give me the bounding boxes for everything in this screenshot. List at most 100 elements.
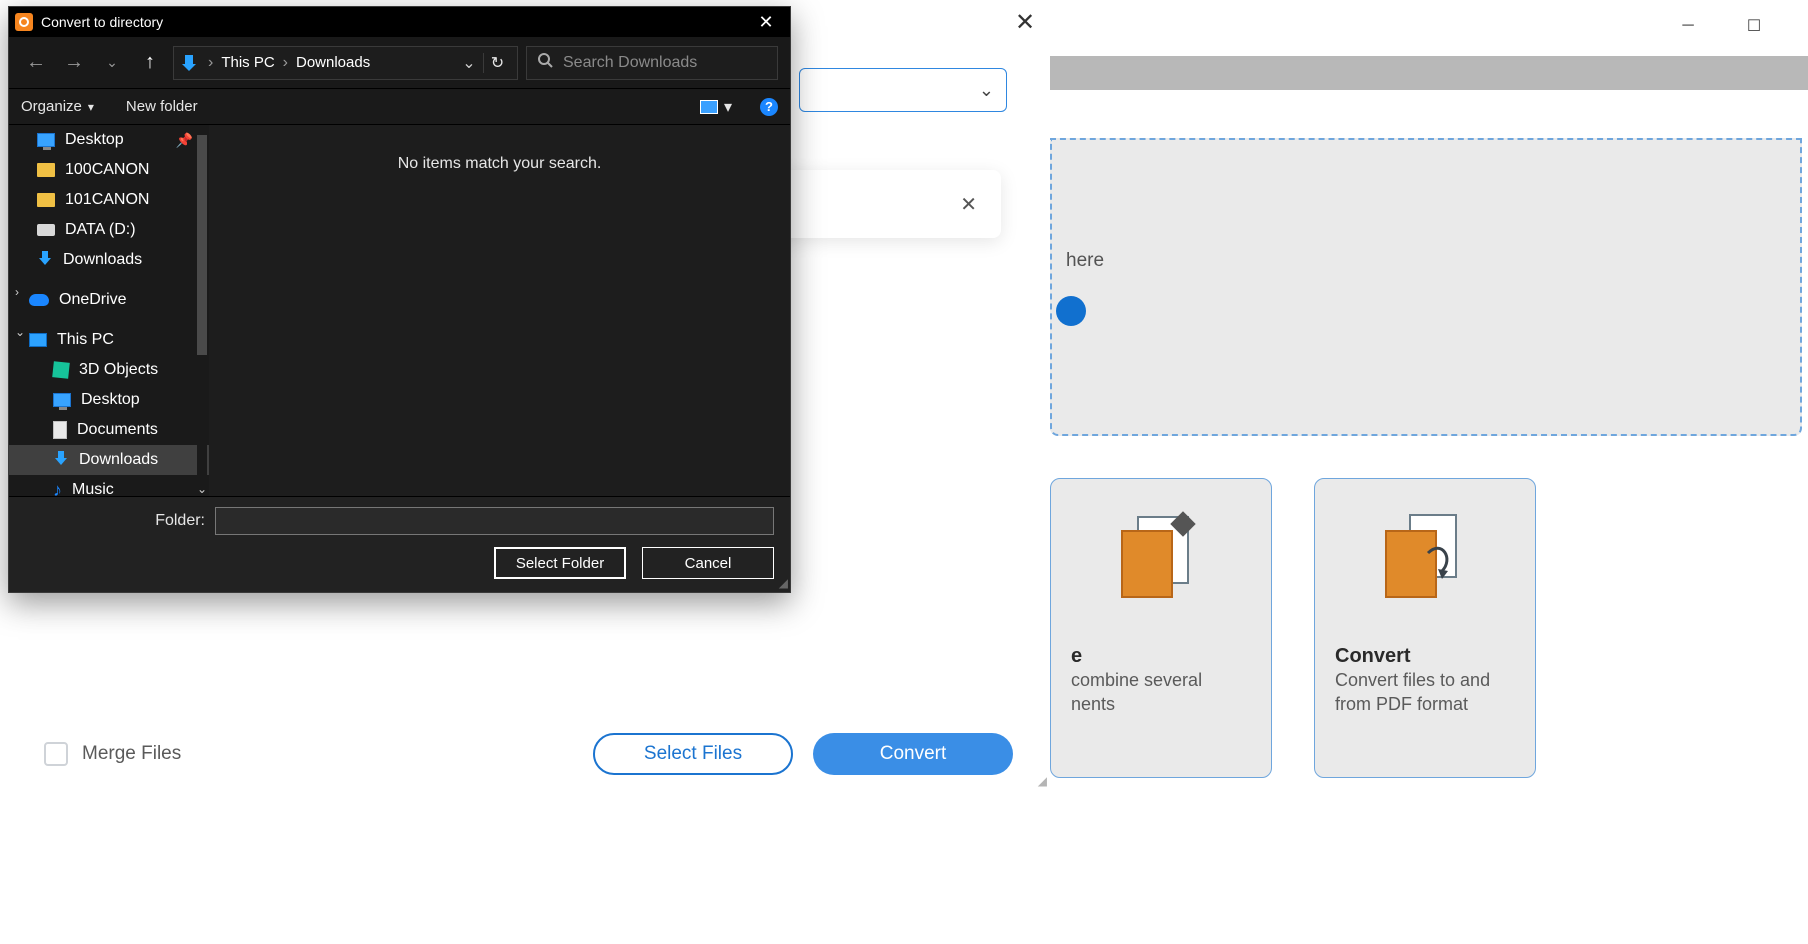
folder-label: Folder:: [25, 512, 205, 530]
breadcrumb-thispc[interactable]: This PC: [215, 54, 280, 71]
organize-menu[interactable]: Organize ▾: [21, 98, 94, 115]
tree-item-documents[interactable]: Documents: [9, 415, 209, 445]
tree-item-downloads[interactable]: Downloads: [9, 445, 209, 475]
tree-item-3dobjects[interactable]: 3D Objects: [9, 355, 209, 385]
tree-item-downloads-quick[interactable]: Downloads: [9, 245, 209, 275]
app-dialog-close-icon[interactable]: ✕: [1011, 8, 1039, 36]
bg-card-convert[interactable]: Convert Convert files to and from PDF fo…: [1314, 478, 1536, 778]
address-bar[interactable]: › This PC › Downloads ⌄ ↻: [173, 46, 518, 80]
bg-window-controls: ─ ☐: [1664, 6, 1808, 46]
address-history-chevron-icon[interactable]: ⌄: [455, 53, 483, 73]
music-icon: ♪: [53, 481, 62, 496]
file-dialog-command-bar: Organize ▾ New folder ▾ ?: [9, 89, 790, 125]
convert-card-icon: [1335, 509, 1515, 605]
empty-message: No items match your search.: [398, 155, 602, 173]
file-dialog-footer: Folder: Select Folder Cancel ◢: [9, 496, 790, 592]
tree-item-101canon[interactable]: 101CANON: [9, 185, 209, 215]
cancel-button[interactable]: Cancel: [642, 547, 774, 579]
drive-icon: [37, 224, 55, 236]
view-mode-icon[interactable]: [700, 100, 718, 114]
tree-item-desktop[interactable]: Desktop: [9, 385, 209, 415]
file-dialog-resize-grip[interactable]: ◢: [779, 576, 788, 590]
bg-card-merge-sub2: nents: [1071, 692, 1251, 716]
bg-maximize-icon[interactable]: ☐: [1730, 6, 1778, 46]
search-icon: [537, 52, 553, 73]
merge-files-checkbox[interactable]: [44, 742, 68, 766]
nav-forward-icon[interactable]: →: [59, 48, 89, 78]
nav-back-icon[interactable]: ←: [21, 48, 51, 78]
search-placeholder: Search Downloads: [563, 54, 697, 72]
app-dialog-resize-grip[interactable]: ◢: [1038, 774, 1047, 788]
desktop-icon: [53, 393, 71, 407]
merge-files-label: Merge Files: [82, 743, 593, 765]
tree-item-onedrive: OneDrive: [9, 285, 209, 315]
tree-label: Desktop: [65, 131, 124, 149]
cloud-icon: [29, 294, 49, 306]
bg-card-merge[interactable]: e combine several nents: [1050, 478, 1272, 778]
objects3d-icon: [52, 361, 70, 379]
downloads-location-icon: [180, 54, 198, 72]
breadcrumb-sep-icon[interactable]: ›: [281, 54, 290, 72]
format-dropdown[interactable]: ⌄: [799, 68, 1007, 112]
tree-item-thispc[interactable]: This PC: [9, 325, 209, 355]
help-icon[interactable]: ?: [760, 98, 778, 116]
nav-recent-chevron-icon[interactable]: ⌄: [97, 48, 127, 78]
convert-button[interactable]: Convert: [813, 733, 1013, 775]
tree-label: Desktop: [81, 391, 140, 409]
bg-dropzone-or-circle: [1056, 296, 1086, 326]
nav-up-icon[interactable]: ↑: [135, 48, 165, 78]
nav-tree[interactable]: Desktop 📌 100CANON 101CANON DATA (D:) Dow…: [9, 125, 209, 496]
file-dialog: Convert to directory ✕ ← → ⌄ ↑ › This PC…: [8, 6, 791, 593]
chevron-down-icon: ⌄: [979, 80, 994, 101]
tree-item-100canon[interactable]: 100CANON: [9, 155, 209, 185]
organize-label: Organize: [21, 98, 82, 115]
folder-icon: [37, 163, 55, 177]
tree-label: 100CANON: [65, 161, 149, 179]
merge-card-icon: [1071, 509, 1251, 605]
download-arrow-icon: [37, 250, 53, 271]
tree-collapse-icon[interactable]: ⌄: [15, 325, 25, 339]
folder-icon: [37, 193, 55, 207]
breadcrumb-sep-icon[interactable]: ›: [206, 54, 215, 72]
bg-minimize-icon[interactable]: ─: [1664, 6, 1712, 46]
file-dialog-nav-toolbar: ← → ⌄ ↑ › This PC › Downloads ⌄ ↻ Search…: [9, 37, 790, 89]
tree-item-desktop-quick[interactable]: Desktop 📌: [9, 125, 209, 155]
tree-expand-icon[interactable]: ›: [15, 285, 19, 299]
desktop-icon: [37, 133, 55, 147]
breadcrumb-downloads[interactable]: Downloads: [290, 54, 376, 71]
folder-name-input[interactable]: [215, 507, 774, 535]
file-dialog-close-icon[interactable]: ✕: [746, 7, 786, 37]
bg-dropzone-text: here: [1066, 250, 1104, 272]
file-chip-remove-icon[interactable]: ✕: [960, 192, 977, 217]
bg-card-convert-sub: Convert files to and from PDF format: [1335, 668, 1515, 717]
file-dialog-title: Convert to directory: [41, 14, 746, 30]
tree-scrollbar-thumb[interactable]: [197, 135, 207, 355]
bg-card-merge-sub: combine several: [1071, 668, 1251, 692]
select-folder-button[interactable]: Select Folder: [494, 547, 626, 579]
bg-dropzone[interactable]: here: [1050, 138, 1802, 436]
bg-card-convert-title: Convert: [1335, 645, 1515, 668]
tree-label: 3D Objects: [79, 361, 158, 379]
tree-scroll-down-icon[interactable]: ⌄: [195, 482, 209, 496]
tree-label: Downloads: [63, 251, 142, 269]
thispc-icon: [29, 333, 47, 347]
bg-card-merge-title: e: [1071, 645, 1251, 668]
file-dialog-titlebar[interactable]: Convert to directory ✕: [9, 7, 790, 37]
refresh-icon[interactable]: ↻: [483, 53, 511, 73]
bg-card-row: e combine several nents Convert Convert …: [1050, 478, 1802, 788]
tree-item-music[interactable]: ♪ Music: [9, 475, 209, 496]
new-folder-button[interactable]: New folder: [126, 98, 198, 115]
organize-chevron-icon: ▾: [88, 100, 94, 114]
pin-icon: 📌: [176, 132, 193, 149]
tree-label: This PC: [57, 331, 114, 349]
app-dialog-bottom-bar: Merge Files Select Files Convert: [44, 724, 1013, 784]
tree-item-data-d[interactable]: DATA (D:): [9, 215, 209, 245]
tree-label: Music: [72, 481, 114, 496]
search-input[interactable]: Search Downloads: [526, 46, 778, 80]
tree-label: 101CANON: [65, 191, 149, 209]
app-icon: [15, 13, 33, 31]
select-files-button[interactable]: Select Files: [593, 733, 793, 775]
bg-toolbar-strip: [1050, 56, 1808, 90]
view-mode-chevron-icon[interactable]: ▾: [724, 97, 732, 117]
file-list-area[interactable]: No items match your search.: [209, 125, 790, 496]
